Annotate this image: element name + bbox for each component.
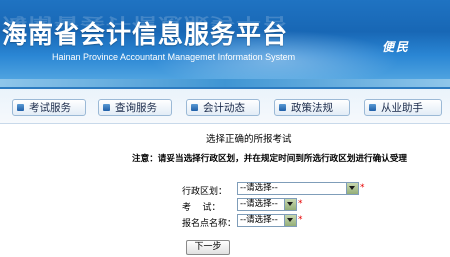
nav-item-label: 会计动态 — [203, 102, 245, 114]
nav-bullet-icon — [17, 104, 24, 111]
nav-bullet-icon — [191, 104, 198, 111]
site-select[interactable]: --请选择-- — [237, 214, 297, 227]
nav-item-query-service[interactable]: 查询服务 — [98, 99, 172, 116]
region-select[interactable]: --请选择-- — [237, 182, 359, 195]
header-band — [0, 79, 450, 87]
nav-item-label: 政策法规 — [291, 102, 333, 114]
notice-text: 注意：请妥当选择行政区划，并在规定时间到所选行政区划进行确认受理 — [132, 154, 408, 164]
site-subtitle: Hainan Province Accountant Managemet Inf… — [52, 52, 296, 62]
exam-label: 考 试： — [182, 203, 221, 213]
region-select-value: --请选择-- — [240, 183, 278, 193]
required-mark: * — [298, 199, 303, 209]
nav-bullet-icon — [369, 104, 376, 111]
site-select-value: --请选择-- — [240, 215, 278, 225]
nav-item-practitioner-helper[interactable]: 从业助手 — [364, 99, 442, 116]
page-heading: 选择正确的所报考试 — [206, 134, 292, 145]
required-mark: * — [360, 183, 365, 193]
nav-item-label: 查询服务 — [115, 102, 157, 114]
chevron-down-icon[interactable] — [284, 215, 296, 226]
main-nav: 考试服务 查询服务 会计动态 政策法规 从业助手 — [0, 89, 450, 123]
nav-bullet-icon — [279, 104, 286, 111]
nav-item-accounting-news[interactable]: 会计动态 — [186, 99, 260, 116]
next-step-button[interactable]: 下一步 — [186, 240, 230, 255]
nav-item-exam-service[interactable]: 考试服务 — [12, 99, 86, 116]
nav-bullet-icon — [103, 104, 110, 111]
site-header: 海南省会计信息服务平台 海南省会计信息服务平台 Hainan Province … — [0, 0, 450, 79]
chevron-down-icon[interactable] — [284, 199, 296, 210]
exam-select[interactable]: --请选择-- — [237, 198, 297, 211]
site-label: 报名点名称： — [182, 219, 237, 229]
region-label: 行政区划： — [182, 187, 228, 197]
nav-item-policies[interactable]: 政策法规 — [274, 99, 350, 116]
nav-divider — [0, 123, 450, 124]
chevron-down-icon[interactable] — [346, 183, 358, 194]
header-slogan: 便民 — [382, 40, 411, 54]
nav-item-label: 考试服务 — [29, 102, 71, 114]
nav-item-label: 从业助手 — [381, 102, 423, 114]
required-mark: * — [298, 215, 303, 225]
site-title-reflection: 海南省会计信息服务平台 — [2, 14, 289, 31]
exam-select-value: --请选择-- — [240, 199, 278, 209]
